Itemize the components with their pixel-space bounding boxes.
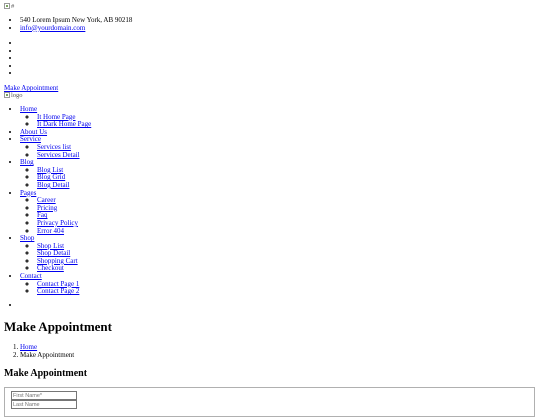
submenu-item: Services Detail <box>37 151 91 160</box>
page-title: Make Appointment <box>4 319 112 334</box>
submenu-item: Contact Page 2 <box>37 287 91 296</box>
submenu-link[interactable]: Error 404 <box>37 227 64 235</box>
email-item: info@yourdomain.com <box>20 24 132 33</box>
broken-image-icon <box>4 92 10 98</box>
submenu-service: Services list Services Detail <box>37 143 91 160</box>
breadcrumb: Home Make Appointment <box>20 343 75 360</box>
nav-link-home[interactable]: Home <box>20 105 37 113</box>
broken-image-icon <box>4 3 10 9</box>
contact-info-list: 540 Lorem Ipsum New York, AB 90218 info@… <box>20 16 132 33</box>
nav-item-contact: Contact Contact Page 1 Contact Page 2 <box>20 272 91 296</box>
breadcrumb-current: Make Appointment <box>20 350 75 359</box>
submenu-link[interactable]: Contact Page 2 <box>37 287 79 295</box>
submenu-item: Blog Detail <box>37 181 91 190</box>
nav-link-shop[interactable]: Shop <box>20 234 34 242</box>
breadcrumb-item: Make Appointment <box>20 350 75 360</box>
submenu-item: Checkout <box>37 265 91 273</box>
submenu-contact: Contact Page 1 Contact Page 2 <box>37 280 91 296</box>
submenu-link[interactable]: Services Detail <box>37 151 80 159</box>
nav-link-blog[interactable]: Blog <box>20 158 34 166</box>
main-nav: Home It Home Page It Dark Home Page Abou… <box>20 105 91 296</box>
top-image-alt: # <box>11 3 15 10</box>
submenu-link[interactable]: Blog Detail <box>37 181 69 189</box>
submenu-shop: Shop List Shop Detail Shopping Cart Chec… <box>37 242 91 273</box>
logo-alt: logo <box>11 92 23 99</box>
nav-item-blog: Blog Blog List Blog Grid Blog Detail <box>20 158 91 190</box>
nav-item-service: Service Services list Services Detail <box>20 136 91 159</box>
submenu-pages: Career Pricing Faq Privacy Policy Error … <box>37 196 91 236</box>
top-image: # <box>4 3 14 10</box>
nav-item-pages: Pages Career Pricing Faq Privacy Policy … <box>20 189 91 236</box>
submenu-home: It Home Page It Dark Home Page <box>37 113 91 129</box>
submenu-blog: Blog List Blog Grid Blog Detail <box>37 166 91 190</box>
form-title: Make Appointment <box>4 368 88 379</box>
first-name-input[interactable] <box>11 391 77 400</box>
appointment-form <box>4 387 535 417</box>
submenu-item: Error 404 <box>37 227 91 236</box>
logo[interactable]: logo <box>4 92 23 99</box>
nav-item-shop: Shop Shop List Shop Detail Shopping Cart… <box>20 234 91 273</box>
nav-item-home: Home It Home Page It Dark Home Page <box>20 105 91 129</box>
email-link[interactable]: info@yourdomain.com <box>20 24 85 32</box>
